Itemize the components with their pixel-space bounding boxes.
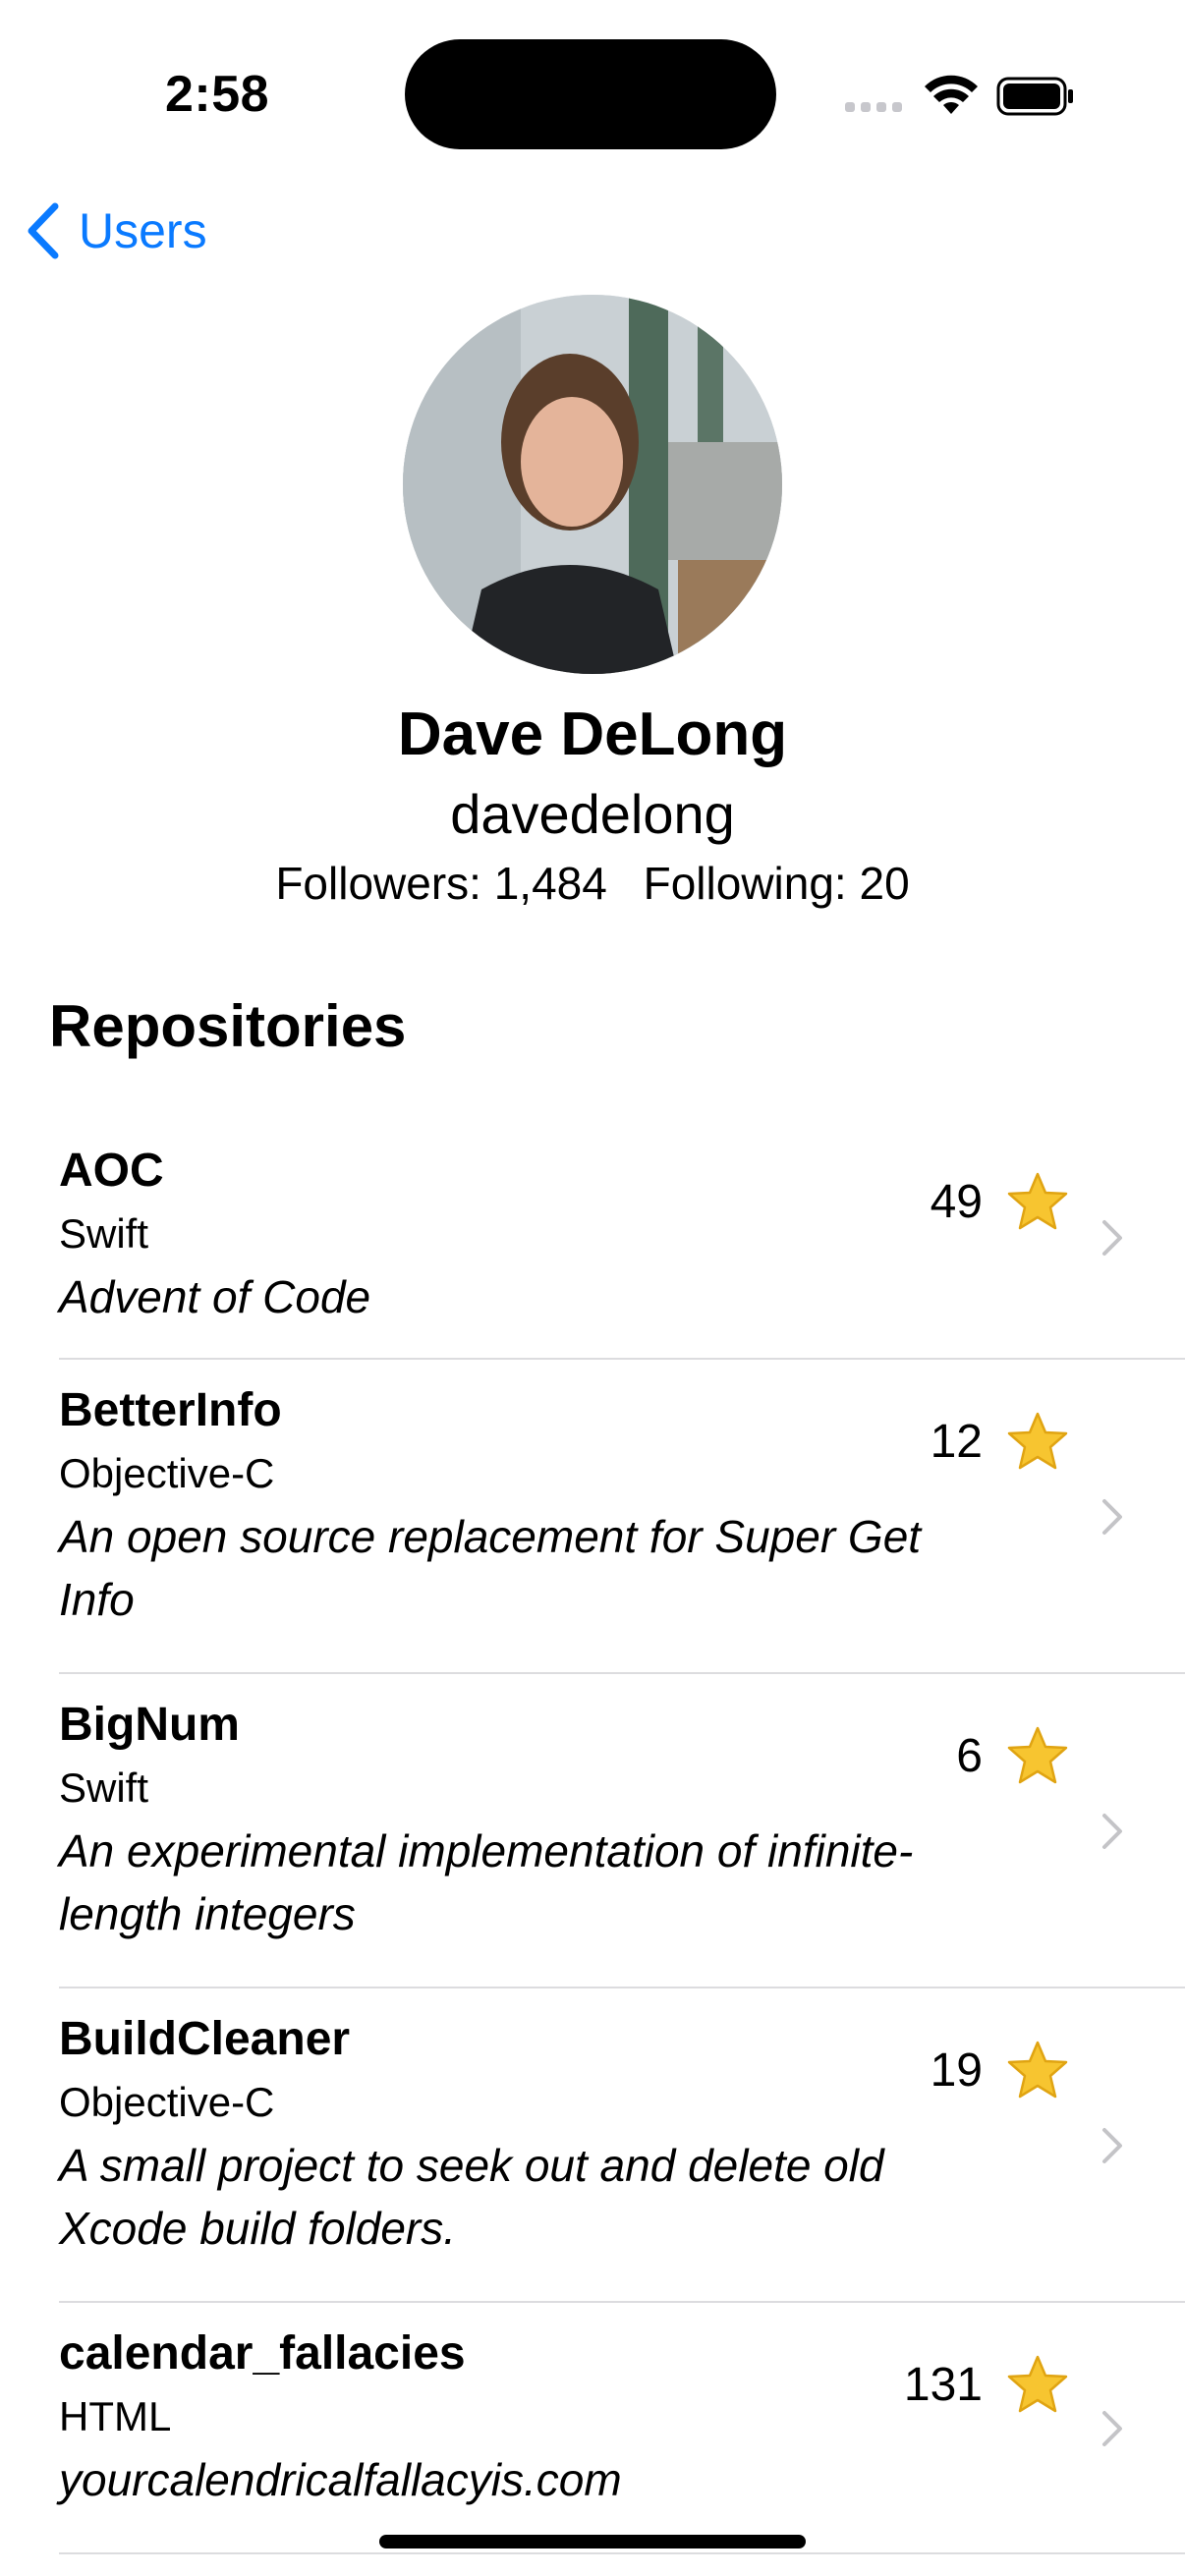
repo-description: An experimental implementation of infini… bbox=[59, 1825, 914, 1939]
battery-icon bbox=[996, 77, 1073, 116]
repo-stars: 49 bbox=[931, 1171, 1069, 1232]
chevron-right-icon bbox=[1102, 1220, 1122, 1256]
repo-name: BigNum bbox=[59, 1699, 240, 1751]
avatar-photo bbox=[403, 295, 782, 674]
back-label: Users bbox=[79, 203, 207, 258]
repo-description: An open source replacement for Super Get… bbox=[59, 1511, 922, 1625]
chevron-right-icon bbox=[1102, 1499, 1122, 1535]
repo-description: Advent of Code bbox=[59, 1271, 371, 1322]
repo-language: Swift bbox=[59, 1210, 149, 1257]
star-count: 12 bbox=[930, 1415, 983, 1468]
chevron-right-icon bbox=[1102, 2128, 1122, 2163]
status-time: 2:58 bbox=[165, 66, 270, 123]
star-icon bbox=[1007, 2041, 1068, 2099]
screen: 2:58 Users Dave DeLong davedelong Follow… bbox=[0, 0, 1185, 2576]
divider bbox=[59, 2552, 1185, 2554]
star-icon bbox=[1007, 2355, 1068, 2413]
repo-list: AOC Swift Advent of Code 49 BetterInfo O… bbox=[0, 1120, 1185, 2554]
repo-language: Swift bbox=[59, 1764, 149, 1811]
repo-description: A small project to seek out and delete o… bbox=[59, 2140, 884, 2254]
star-icon bbox=[1007, 1412, 1068, 1470]
chevron-right-icon bbox=[1102, 1814, 1122, 1849]
followers-count: Followers: 1,484 bbox=[275, 858, 607, 909]
star-count: 19 bbox=[930, 2044, 983, 2097]
wifi-icon bbox=[925, 75, 978, 114]
star-icon bbox=[1007, 1172, 1068, 1230]
star-count: 6 bbox=[956, 1729, 983, 1782]
cellular-signal-icon bbox=[845, 102, 902, 112]
profile-username: davedelong bbox=[450, 783, 735, 845]
repo-language: Objective-C bbox=[59, 1450, 275, 1496]
dynamic-island bbox=[405, 39, 776, 149]
repo-row[interactable]: BigNum Swift An experimental implementat… bbox=[0, 1674, 1185, 1988]
following-count: Following: 20 bbox=[643, 858, 910, 909]
profile-name: Dave DeLong bbox=[397, 700, 788, 768]
repo-row[interactable]: BuildCleaner Objective-C A small project… bbox=[0, 1988, 1185, 2303]
chevron-left-icon bbox=[28, 202, 59, 259]
back-button[interactable]: Users bbox=[24, 196, 207, 265]
section-title: Repositories bbox=[49, 993, 407, 1059]
repo-name: BuildCleaner bbox=[59, 2013, 351, 2065]
repo-row[interactable]: calendar_fallacies HTML yourcalendricalf… bbox=[0, 2303, 1185, 2554]
repo-row[interactable]: AOC Swift Advent of Code 49 bbox=[0, 1120, 1185, 1360]
repo-name: AOC bbox=[59, 1145, 164, 1197]
repo-stars: 6 bbox=[956, 1725, 1069, 1786]
star-count: 131 bbox=[903, 2358, 983, 2411]
repo-stars: 19 bbox=[931, 2040, 1069, 2100]
star-icon bbox=[1007, 1726, 1068, 1784]
repo-description: yourcalendricalfallacyis.com bbox=[59, 2454, 622, 2505]
star-count: 49 bbox=[930, 1175, 983, 1228]
repo-row[interactable]: BetterInfo Objective-C An open source re… bbox=[0, 1360, 1185, 1674]
repo-name: calendar_fallacies bbox=[59, 2327, 466, 2380]
repo-language: HTML bbox=[59, 2393, 172, 2439]
home-indicator bbox=[379, 2535, 806, 2548]
avatar bbox=[403, 295, 782, 674]
repo-name: BetterInfo bbox=[59, 1384, 282, 1436]
chevron-right-icon bbox=[1102, 2411, 1122, 2446]
repo-language: Objective-C bbox=[59, 2079, 275, 2125]
profile-stats: Followers: 1,484 Following: 20 bbox=[0, 857, 1185, 910]
repo-stars: 131 bbox=[904, 2354, 1069, 2415]
repo-stars: 12 bbox=[931, 1411, 1069, 1472]
